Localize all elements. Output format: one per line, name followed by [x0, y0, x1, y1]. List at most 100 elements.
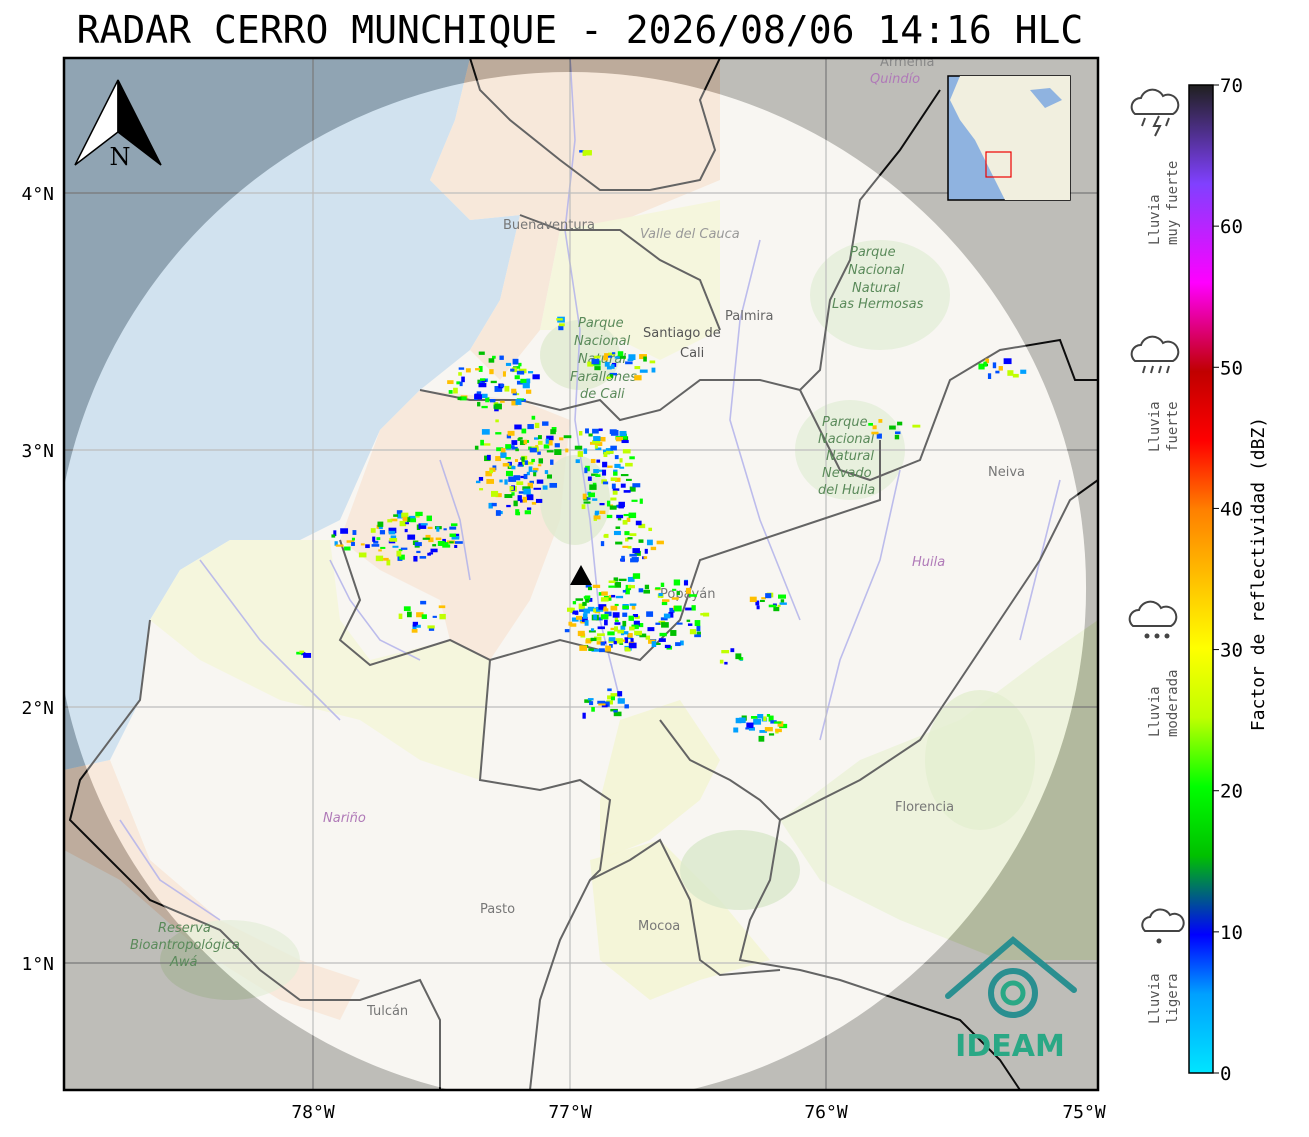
radar-echo-pixel	[624, 704, 629, 709]
radar-echo-pixel	[438, 605, 446, 609]
radar-echo-pixel	[872, 425, 877, 430]
radar-echo-pixel	[622, 519, 628, 525]
place-lh-3: Natural	[852, 281, 900, 296]
radar-echo-pixel	[554, 443, 560, 448]
place-buenaventura: Buenaventura	[503, 218, 595, 233]
radar-echo-pixel	[696, 631, 701, 635]
radar-echo-pixel	[570, 623, 577, 627]
radar-echo-pixel	[629, 553, 637, 557]
radar-echo-pixel	[621, 440, 629, 444]
x-tick-77w: 77°W	[548, 1102, 592, 1123]
colorbar-tick-label: 70	[1220, 75, 1243, 97]
radar-echo-pixel	[622, 545, 629, 548]
radar-echo-pixel	[619, 466, 625, 469]
radar-echo-pixel	[607, 631, 615, 636]
radar-echo-pixel	[578, 431, 583, 436]
radar-echo-pixel	[331, 534, 336, 538]
radar-echo-pixel	[372, 536, 376, 542]
radar-echo-pixel	[526, 494, 534, 501]
rain-heavy-line2: fuerte	[1165, 401, 1181, 452]
radar-echo-pixel	[443, 528, 447, 531]
radar-echo-pixel	[889, 425, 896, 430]
radar-echo-pixel	[634, 375, 642, 381]
radar-echo-pixel	[608, 580, 616, 583]
radar-echo-pixel	[598, 648, 605, 653]
radar-echo-pixel	[524, 460, 528, 465]
radar-echo-pixel	[407, 534, 416, 540]
radar-echo-pixel	[600, 597, 609, 602]
radar-echo-pixel	[763, 716, 767, 722]
north-arrow-label: N	[110, 143, 131, 171]
radar-echo-pixel	[592, 498, 598, 501]
radar-echo-pixel	[603, 606, 607, 609]
radar-echo-pixel	[406, 611, 412, 618]
place-florencia: Florencia	[895, 800, 954, 815]
radar-echo-pixel	[604, 619, 608, 626]
radar-echo-pixel	[523, 473, 528, 480]
radar-echo-pixel	[694, 620, 701, 627]
radar-echo-pixel	[481, 393, 488, 399]
radar-echo-pixel	[525, 389, 532, 394]
svg-text:de Cali: de Cali	[580, 387, 625, 402]
thunderstorm-icon	[1130, 88, 1180, 137]
radar-echo-pixel	[299, 650, 305, 653]
colorbar: 0 10 20 30 40 50 60 70 Factor de reflectividad …	[1188, 75, 1269, 1085]
radar-echo-pixel	[674, 605, 682, 612]
radar-echo-pixel	[735, 653, 742, 660]
radar-echo-pixel	[529, 447, 537, 453]
svg-text:Valle del Cauca: Valle del Cauca	[640, 227, 740, 242]
radar-echo-pixel	[526, 378, 531, 384]
radar-echo-pixel	[499, 355, 504, 360]
radar-echo-pixel	[577, 451, 583, 457]
radar-echo-pixel	[611, 594, 616, 598]
radar-echo-pixel	[646, 539, 653, 546]
svg-text:Farallones: Farallones	[570, 370, 637, 385]
radar-echo-pixel	[599, 510, 606, 514]
radar-echo-pixel	[515, 448, 519, 452]
radar-echo-pixel	[514, 375, 520, 380]
svg-text:Parque: Parque	[822, 415, 868, 430]
radar-echo-pixel	[380, 546, 386, 549]
radar-echo-pixel	[689, 629, 697, 635]
rain-moderate-line1: Lluvia	[1147, 686, 1163, 737]
radar-echo-pixel	[414, 542, 422, 547]
radar-echo-pixel	[663, 613, 671, 619]
radar-echo-pixel	[550, 459, 554, 465]
radar-echo-pixel	[513, 500, 518, 507]
radar-echo-pixel	[537, 451, 541, 455]
svg-text:Florencia: Florencia	[895, 800, 954, 815]
colorbar-tick-label: 0	[1220, 1063, 1231, 1085]
radar-echo-pixel	[505, 470, 513, 477]
radar-echo-pixel	[544, 470, 549, 474]
radar-echo-pixel	[491, 490, 499, 497]
radar-echo-pixel	[610, 693, 618, 697]
radar-echo-pixel	[558, 325, 564, 331]
radar-echo-pixel	[538, 458, 544, 464]
radar-echo-pixel	[582, 712, 586, 719]
radar-echo-pixel	[676, 622, 683, 625]
radar-echo-pixel	[527, 424, 534, 430]
radar-echo-pixel	[615, 595, 624, 599]
radar-echo-pixel	[634, 366, 641, 370]
radar-echo-pixel	[523, 488, 531, 495]
radar-echo-pixel	[673, 579, 681, 586]
radar-echo-pixel	[404, 528, 408, 533]
radar-echo-pixel	[622, 612, 628, 617]
radar-echo-pixel	[777, 604, 781, 607]
radar-echo-pixel	[505, 457, 511, 460]
colorbar-tick-label: 50	[1220, 357, 1243, 379]
svg-text:Reserva: Reserva	[158, 921, 211, 936]
radar-echo-pixel	[629, 626, 635, 631]
radar-echo-pixel	[461, 376, 465, 383]
radar-echo-pixel	[504, 385, 510, 392]
radar-echo-pixel	[619, 355, 626, 359]
radar-echo-pixel	[897, 421, 903, 426]
radar-echo-pixel	[758, 735, 765, 742]
moderate-rain-icon	[1128, 600, 1178, 639]
radar-echo-pixel	[554, 449, 562, 455]
radar-echo-pixel	[420, 600, 427, 605]
colorbar-tick-label: 60	[1220, 216, 1243, 238]
radar-echo-pixel	[601, 591, 608, 596]
radar-echo-pixel	[610, 429, 619, 436]
radar-echo-pixel	[614, 603, 619, 607]
